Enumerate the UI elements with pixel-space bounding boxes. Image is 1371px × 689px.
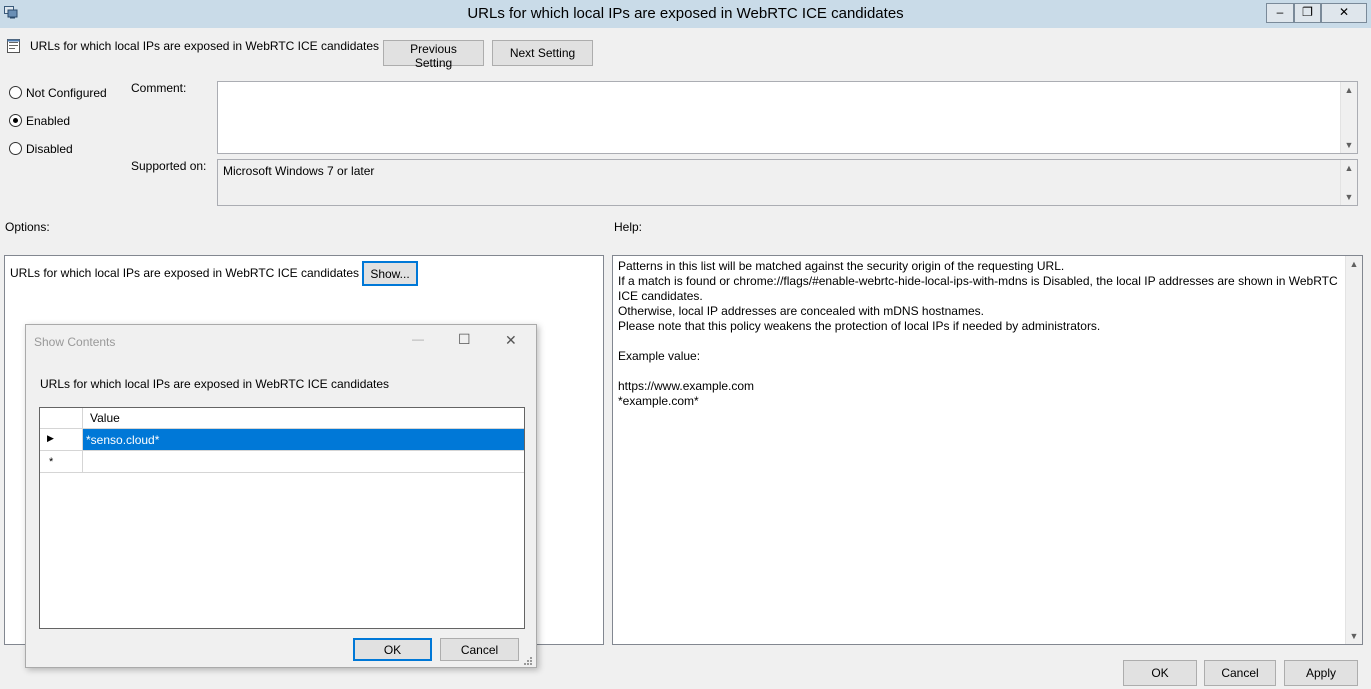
row-header[interactable]: ▶ [40, 429, 83, 451]
help-panel: Patterns in this list will be matched ag… [612, 255, 1363, 645]
scroll-down-icon[interactable]: ▼ [1346, 628, 1362, 644]
dialog-close-button[interactable]: ✕ [505, 332, 517, 349]
close-button[interactable]: ✕ [1321, 3, 1367, 23]
help-label: Help: [614, 220, 643, 234]
value-cell-text: *senso.cloud* [86, 433, 160, 447]
grid-corner-header [40, 408, 83, 429]
help-line: *example.com* [618, 394, 699, 408]
radio-selected-dot [13, 118, 18, 123]
supported-on-value: Microsoft Windows 7 or later [223, 164, 375, 178]
value-column-header[interactable]: Value [83, 408, 524, 429]
resize-grip-icon[interactable] [523, 655, 533, 665]
new-row-asterisk-icon: * [49, 456, 54, 468]
scroll-up-icon[interactable]: ▲ [1341, 82, 1357, 98]
policy-icon [6, 38, 22, 54]
not-configured-radio[interactable] [9, 86, 22, 99]
supported-scrollbar[interactable]: ▲ ▼ [1340, 160, 1357, 205]
minimize-button[interactable]: – [1266, 3, 1294, 23]
help-line: Otherwise, local IP addresses are concea… [618, 304, 984, 318]
scroll-down-icon[interactable]: ▼ [1341, 189, 1357, 205]
help-line: https://www.example.com [618, 379, 755, 393]
help-line [618, 364, 1343, 379]
dialog-cancel-button[interactable]: Cancel [440, 638, 519, 661]
enabled-radio[interactable] [9, 114, 22, 127]
show-contents-dialog: Show Contents — ☐ ✕ URLs for which local… [25, 324, 537, 668]
dialog-caption: URLs for which local IPs are exposed in … [40, 377, 390, 391]
dialog-maximize-button[interactable]: ☐ [458, 331, 471, 348]
comment-label: Comment: [131, 81, 187, 95]
disabled-radio[interactable] [9, 142, 22, 155]
help-line: Please note that this policy weakens the… [618, 319, 1101, 333]
current-row-arrow-icon: ▶ [47, 433, 54, 443]
ok-button[interactable]: OK [1123, 660, 1197, 686]
previous-setting-button[interactable]: Previous Setting [383, 40, 484, 70]
apply-button[interactable]: Apply [1284, 660, 1358, 686]
window-title: URLs for which local IPs are exposed in … [467, 5, 904, 22]
options-item-label: URLs for which local IPs are exposed in … [10, 266, 360, 280]
help-text: Patterns in this list will be matched ag… [618, 259, 1343, 409]
dialog-title: Show Contents [34, 335, 116, 349]
show-button[interactable]: Show... [362, 261, 418, 286]
comment-scrollbar[interactable]: ▲ ▼ [1340, 82, 1357, 153]
enabled-label: Enabled [26, 114, 71, 128]
value-column-header-label: Value [90, 411, 120, 425]
window-titlebar: URLs for which local IPs are exposed in … [0, 0, 1371, 28]
scroll-down-icon[interactable]: ▼ [1341, 137, 1357, 153]
help-line [618, 334, 1343, 349]
dialog-minimize-button[interactable]: — [412, 332, 424, 346]
dialog-ok-button[interactable]: OK [353, 638, 432, 661]
help-line: Patterns in this list will be matched ag… [618, 259, 1065, 273]
row-header[interactable]: * [40, 451, 83, 473]
not-configured-label: Not Configured [26, 86, 107, 100]
help-line: If a match is found or chrome://flags/#e… [618, 274, 1338, 303]
scroll-up-icon[interactable]: ▲ [1341, 160, 1357, 176]
cancel-button[interactable]: Cancel [1204, 660, 1276, 686]
options-label: Options: [5, 220, 50, 234]
value-cell[interactable] [83, 451, 524, 473]
scroll-up-icon[interactable]: ▲ [1346, 256, 1362, 272]
restore-button[interactable]: ❐ [1294, 3, 1321, 23]
disabled-label: Disabled [26, 142, 73, 156]
supported-on-label: Supported on: [131, 159, 207, 173]
values-grid[interactable]: Value ▶ *senso.cloud* * [39, 407, 525, 629]
setting-name: URLs for which local IPs are exposed in … [30, 39, 380, 53]
help-scrollbar[interactable]: ▲ ▼ [1345, 256, 1362, 644]
comment-input[interactable]: ▲ ▼ [217, 81, 1358, 154]
next-setting-button[interactable]: Next Setting [492, 40, 593, 66]
supported-on-field: Microsoft Windows 7 or later ▲ ▼ [217, 159, 1358, 206]
value-cell[interactable]: *senso.cloud* [83, 429, 524, 451]
help-line: Example value: [618, 349, 701, 363]
